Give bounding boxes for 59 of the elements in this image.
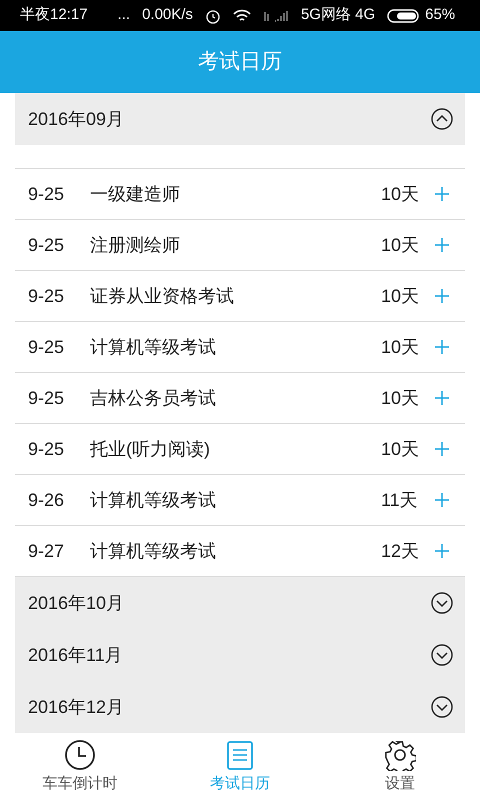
alarm-icon bbox=[204, 8, 221, 24]
days-left: 10天 bbox=[381, 182, 420, 206]
exam-date: 9-25 bbox=[28, 284, 66, 308]
plus-icon[interactable] bbox=[435, 340, 449, 354]
nav-tab[interactable]: 设置 bbox=[320, 734, 480, 800]
plus-icon[interactable] bbox=[435, 544, 449, 558]
days-left: 11天 bbox=[381, 488, 419, 512]
exam-date: 9-25 bbox=[28, 386, 66, 410]
chevron-down-icon bbox=[431, 696, 453, 718]
days-left: 10天 bbox=[381, 386, 420, 410]
exam-name: 计算机等级考试 bbox=[90, 540, 217, 562]
exam-date: 9-25 bbox=[28, 234, 66, 256]
plus-icon[interactable] bbox=[435, 238, 449, 252]
days-left: 12天 bbox=[381, 540, 420, 562]
plus-icon[interactable] bbox=[435, 187, 449, 201]
nav-tab[interactable]: 车车倒计时 bbox=[0, 734, 160, 800]
month-label: 2016年10月 bbox=[28, 592, 124, 614]
status-time: 半夜12:17 bbox=[20, 5, 88, 26]
days-left: 10天 bbox=[381, 284, 420, 308]
exam-date: 9-26 bbox=[28, 488, 66, 512]
clock-icon bbox=[64, 738, 96, 771]
plus-icon[interactable] bbox=[435, 391, 449, 405]
chevron-up-icon bbox=[431, 108, 453, 130]
exam-name: 计算机等级考试 bbox=[90, 488, 217, 512]
network-speed: 0.00K/s bbox=[142, 5, 193, 26]
network-type: 5G网络 4G bbox=[300, 5, 376, 26]
month-label: 2016年11月 bbox=[28, 644, 123, 666]
exam-name: 托业(听力阅读) bbox=[90, 438, 211, 461]
days-left: 10天 bbox=[381, 336, 420, 358]
document-icon bbox=[225, 738, 255, 771]
exam-date: 9-27 bbox=[28, 540, 66, 562]
month-header[interactable]: 2016年11月 bbox=[15, 629, 465, 681]
exam-name: 一级建造师 bbox=[90, 182, 181, 206]
screen-title: 考试日历 bbox=[198, 49, 282, 76]
signal-icon bbox=[262, 8, 289, 22]
exam-name: 注册测绘师 bbox=[90, 234, 181, 256]
battery-level: 65% bbox=[425, 5, 456, 26]
battery-icon bbox=[387, 8, 422, 22]
plus-icon[interactable] bbox=[435, 289, 449, 303]
month-label: 2016年09月 bbox=[28, 108, 124, 130]
status-dots: ... bbox=[118, 5, 130, 26]
chevron-down-icon bbox=[431, 592, 453, 614]
exam-date: 9-25 bbox=[28, 182, 66, 206]
wifi-icon bbox=[232, 8, 251, 22]
exam-date: 9-25 bbox=[28, 336, 66, 358]
days-left: 10天 bbox=[381, 234, 420, 256]
month-label: 2016年12月 bbox=[28, 696, 124, 718]
plus-icon[interactable] bbox=[435, 442, 449, 456]
month-header[interactable]: 2016年09月 bbox=[15, 93, 465, 145]
month-header[interactable]: 2016年10月 bbox=[15, 577, 465, 629]
exam-name: 吉林公务员考试 bbox=[90, 386, 217, 410]
exam-name: 计算机等级考试 bbox=[90, 336, 217, 358]
settings-icon bbox=[384, 738, 416, 771]
exam-date: 9-25 bbox=[28, 438, 66, 460]
month-header[interactable]: 2016年12月 bbox=[15, 681, 465, 733]
exam-name: 证券从业资格考试 bbox=[90, 284, 235, 308]
days-left: 10天 bbox=[381, 438, 420, 460]
chevron-down-icon bbox=[431, 644, 453, 666]
plus-icon[interactable] bbox=[435, 493, 449, 507]
